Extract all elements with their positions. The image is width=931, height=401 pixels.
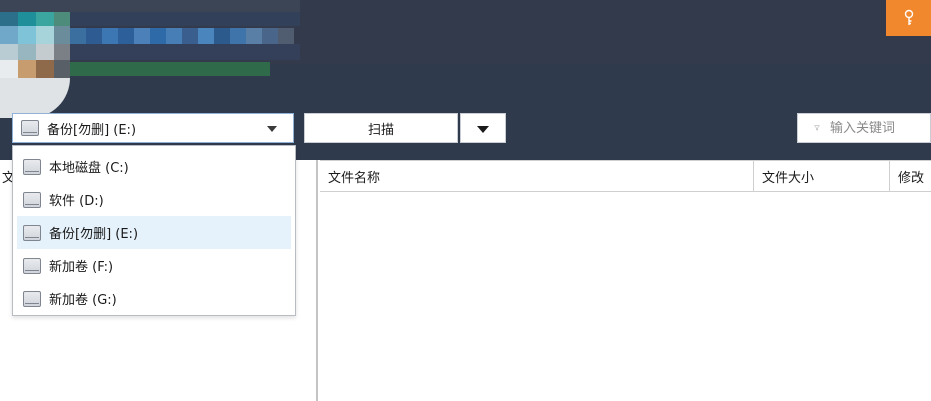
column-header-file-name[interactable]: 文件名称 (320, 161, 754, 192)
scan-button-label: 扫描 (367, 122, 394, 138)
filter-icon (814, 125, 820, 131)
drive-option-e[interactable]: 备份[勿删] (E:) (17, 216, 291, 249)
column-header-file-size[interactable]: 文件大小 (754, 161, 890, 192)
drive-icon (23, 290, 41, 307)
drive-icon (21, 120, 39, 136)
license-key-button[interactable] (886, 0, 931, 36)
column-header-label: 修改 (898, 171, 925, 186)
drive-option-g[interactable]: 新加卷 (G:) (17, 282, 291, 315)
chevron-down-icon (267, 126, 277, 132)
drive-option-c[interactable]: 本地磁盘 (C:) (17, 150, 291, 183)
search-input[interactable] (830, 120, 930, 136)
column-header-modified[interactable]: 修改 (890, 161, 931, 192)
drive-option-label: 新加卷 (F:) (49, 260, 114, 275)
drive-icon (23, 158, 41, 175)
drive-dropdown-list: 本地磁盘 (C:) 软件 (D:) 备份[勿删] (E:) 新加卷 (F:) 新… (12, 145, 296, 316)
drive-select-value: 备份[勿删] (E:) (47, 122, 137, 138)
drive-option-f[interactable]: 新加卷 (F:) (17, 249, 291, 282)
column-header-label: 文件名称 (328, 171, 381, 186)
drive-option-label: 本地磁盘 (C:) (49, 161, 129, 176)
drive-icon (23, 224, 41, 241)
key-icon (904, 9, 913, 25)
drive-option-d[interactable]: 软件 (D:) (17, 183, 291, 216)
app-logo-banner (0, 0, 300, 120)
drive-option-label: 软件 (D:) (49, 194, 104, 209)
drive-icon (23, 191, 41, 208)
scan-options-button[interactable] (460, 113, 506, 143)
search-box[interactable] (797, 113, 931, 143)
column-header-label: 文件大小 (762, 171, 815, 186)
dropdown-arrow-icon (477, 126, 489, 133)
drive-option-label: 新加卷 (G:) (49, 293, 117, 308)
drive-icon (23, 257, 41, 274)
scan-button[interactable]: 扫描 (304, 113, 458, 143)
drive-option-label: 备份[勿删] (E:) (49, 227, 139, 242)
drive-select[interactable]: 备份[勿删] (E:) (12, 113, 294, 143)
file-list-header: 文件名称 文件大小 修改 (320, 160, 931, 192)
file-list-body[interactable] (320, 192, 931, 401)
